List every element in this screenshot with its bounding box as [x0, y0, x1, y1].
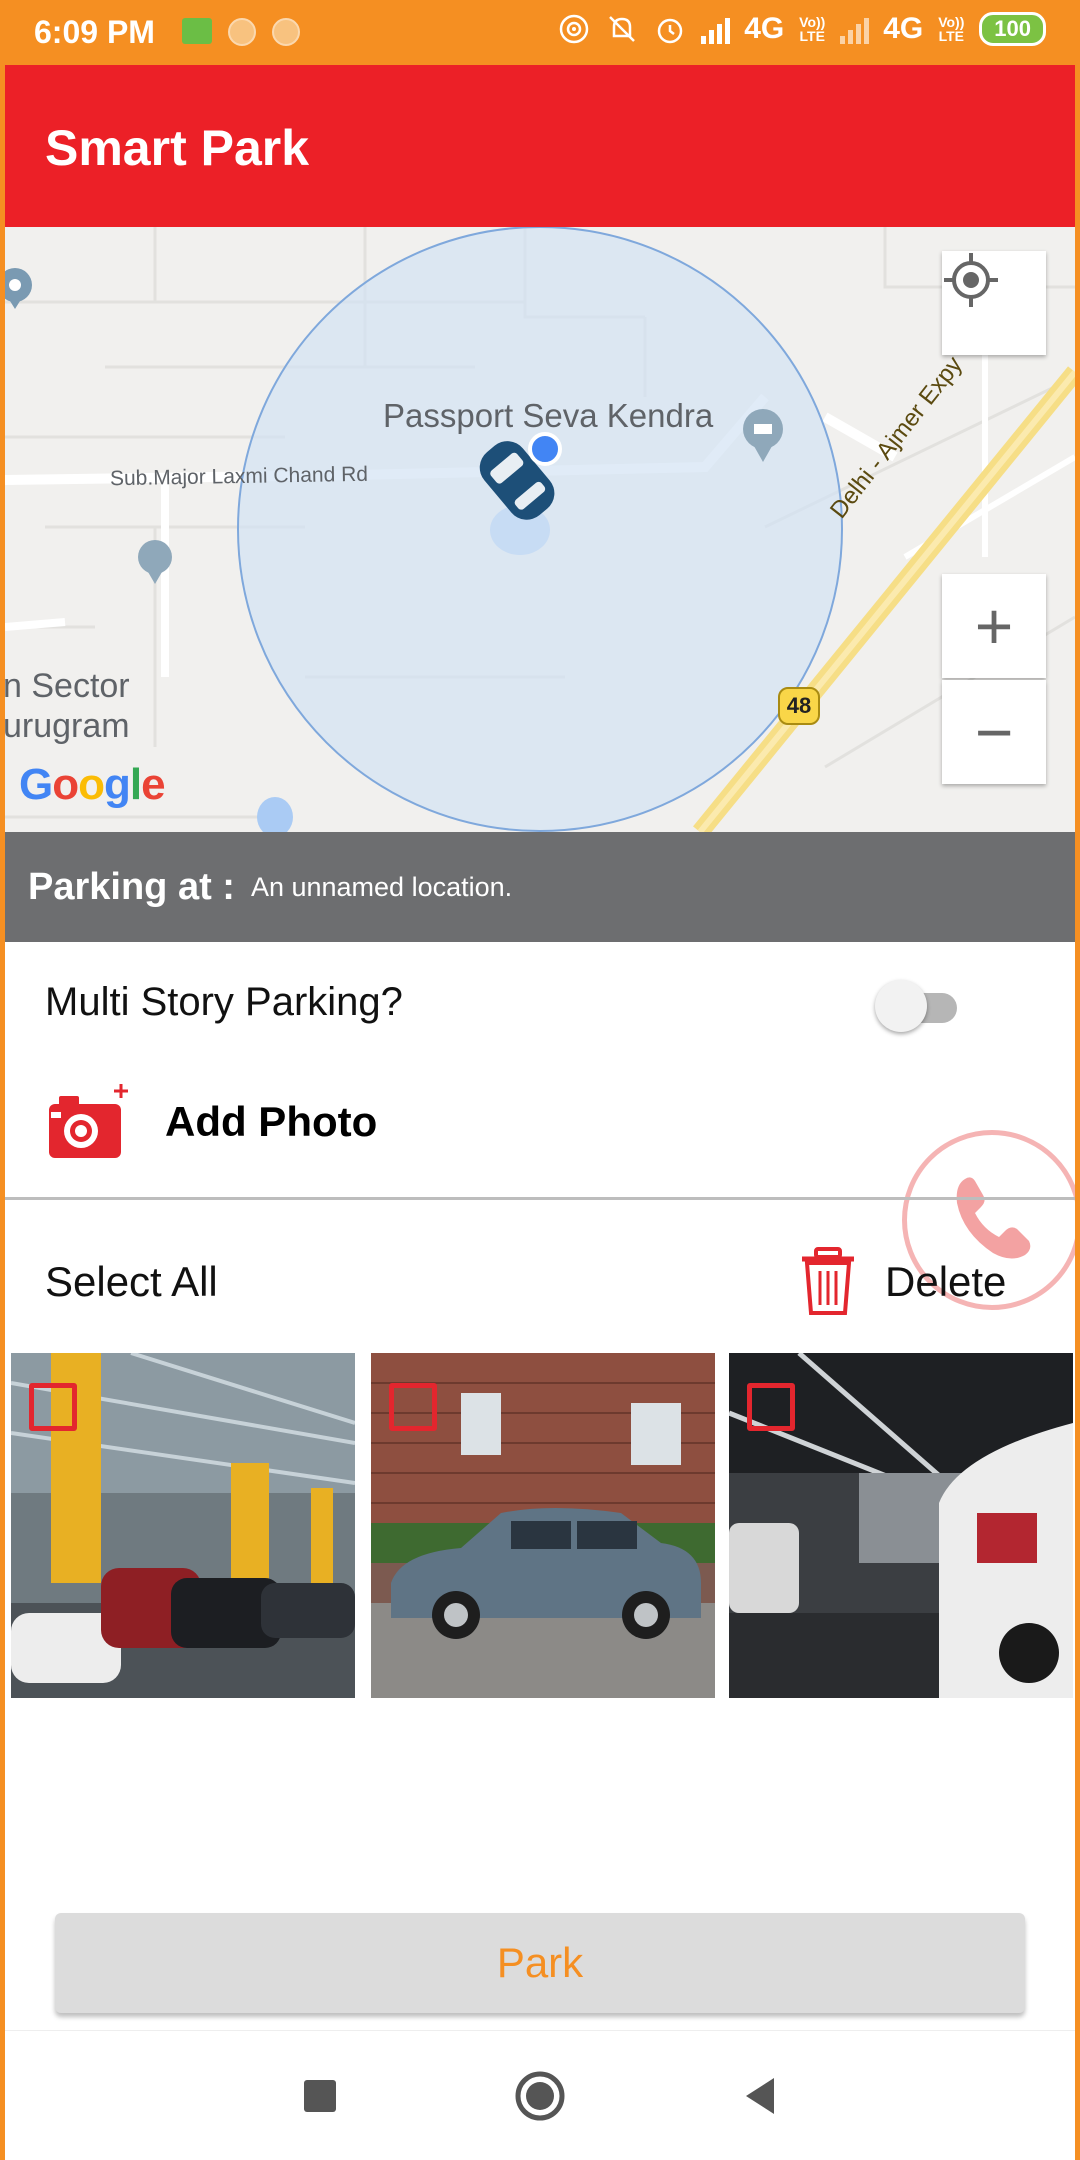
add-photo-label: Add Photo	[165, 1098, 378, 1145]
multi-story-row: Multi Story Parking?	[5, 942, 1075, 1062]
map-label-sector: n Sector	[5, 667, 130, 705]
parking-at-label: Parking at :	[28, 865, 235, 908]
map-label-passport-seva: Passport Seva Kendra	[383, 397, 714, 434]
highway-shield: 48	[778, 687, 820, 725]
status-time: 6:09 PM	[34, 14, 155, 50]
mute-bell-icon	[609, 16, 636, 42]
zoom-in-button[interactable]: +	[942, 574, 1046, 678]
system-icons: 4G Vo)) LTE 4G Vo)) LTE 100	[557, 12, 1046, 46]
park-button[interactable]: Park	[55, 1913, 1025, 2013]
thumbnail-checkbox[interactable]	[29, 1383, 77, 1431]
toggle-thumb	[875, 980, 927, 1032]
photo-grid	[11, 1353, 1075, 1698]
message-icon	[182, 18, 212, 44]
back-icon[interactable]	[732, 2066, 792, 2126]
delete-button[interactable]: Delete	[885, 1258, 1006, 1306]
home-icon[interactable]	[510, 2066, 570, 2126]
volte-badge: Vo)) LTE	[799, 14, 826, 44]
app-screen: Smart Park Passport Seva Kendra Sub.Majo…	[5, 65, 1075, 2160]
selection-row: Select All Delete	[5, 1200, 1075, 1350]
notification-dot-icon	[272, 18, 300, 46]
select-all-button[interactable]: Select All	[45, 1258, 218, 1306]
map-view[interactable]: Passport Seva Kendra Sub.Major Laxmi Cha…	[5, 227, 1075, 832]
multi-story-toggle[interactable]	[875, 980, 965, 1032]
battery-indicator: 100	[979, 12, 1046, 46]
network-type: 4G	[744, 12, 785, 45]
recents-icon[interactable]	[290, 2066, 350, 2126]
thumbnail-checkbox[interactable]	[747, 1383, 795, 1431]
network-type: 4G	[883, 12, 924, 45]
camera-add-icon	[49, 1084, 128, 1158]
photo-thumbnail[interactable]	[11, 1353, 355, 1698]
my-location-icon	[944, 253, 998, 307]
volte-badge: Vo)) LTE	[938, 14, 965, 44]
signal-icon	[701, 14, 731, 44]
zoom-out-button[interactable]: −	[942, 680, 1046, 784]
map-canvas	[5, 227, 1075, 832]
notification-icons	[182, 18, 300, 46]
my-location-button[interactable]	[942, 251, 1046, 355]
parking-location-value: An unnamed location.	[250, 871, 513, 902]
status-bar: 6:09 PM 4G Vo)) LTE 4G Vo)) LTE 100	[0, 0, 1080, 65]
system-nav-bar	[5, 2030, 1075, 2160]
app-bar: Smart Park	[5, 65, 1075, 227]
multi-story-label: Multi Story Parking?	[45, 980, 403, 1024]
map-label-road: Sub.Major Laxmi Chand Rd	[109, 462, 369, 491]
app-title: Smart Park	[45, 120, 310, 176]
photo-thumbnail[interactable]	[371, 1353, 715, 1698]
photo-thumbnail[interactable]	[729, 1353, 1073, 1698]
thumbnail-checkbox[interactable]	[389, 1383, 437, 1431]
zoom-in-icon: +	[974, 589, 1014, 663]
map-label-gurugram: urugram	[5, 707, 130, 745]
zoom-out-icon: −	[974, 695, 1014, 769]
parking-location-bar: Parking at : An unnamed location.	[5, 832, 1075, 942]
google-logo: Google	[19, 760, 166, 809]
signal-icon	[840, 14, 870, 44]
hotspot-icon	[559, 14, 589, 44]
notification-dot-icon	[228, 18, 256, 46]
trash-icon[interactable]	[798, 1247, 858, 1317]
alarm-icon	[657, 18, 683, 44]
